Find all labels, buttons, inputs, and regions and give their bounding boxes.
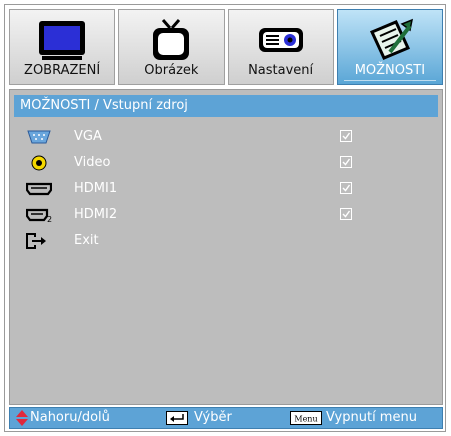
hdmi2-port-icon: 2: [26, 208, 52, 223]
tab-label: ZOBRAZENÍ: [24, 63, 101, 78]
notepad-icon: [369, 18, 413, 60]
tab-label: MOŽNOSTI: [354, 63, 426, 78]
vga-port-icon: [27, 130, 51, 144]
hdmi1-checkbox[interactable]: [340, 182, 352, 194]
exit-icon: [26, 233, 46, 249]
options-panel: MOŽNOSTI / Vstupní zdroj VGA Video HDMI1…: [9, 89, 443, 405]
source-item-hdmi2[interactable]: 2 HDMI2: [22, 204, 422, 226]
up-down-arrow-icon: [16, 410, 28, 426]
footer-hint-bar: Nahoru/dolů Výběr Menu Vypnutí menu: [9, 407, 443, 429]
tab-nastaveni[interactable]: Nastavení: [227, 9, 334, 85]
tab-zobrazeni[interactable]: ZOBRAZENÍ: [9, 9, 116, 85]
hdmi-port-icon: [26, 182, 52, 196]
source-label: HDMI2: [74, 207, 118, 222]
osd-menu: ZOBRAZENÍ Obrázek Nastavení MOŽNOSTI MOŽ…: [4, 4, 446, 432]
hint-updown: Nahoru/dolů: [30, 410, 110, 425]
exit-item[interactable]: Exit: [22, 230, 422, 252]
tab-obrazek[interactable]: Obrázek: [118, 9, 225, 85]
source-label: HDMI1: [74, 181, 118, 196]
projector-icon: [258, 28, 303, 52]
tab-bar: ZOBRAZENÍ Obrázek Nastavení MOŽNOSTI: [9, 9, 443, 85]
check-icon: [342, 210, 351, 218]
source-label: VGA: [74, 129, 102, 144]
display-icon: [39, 21, 86, 60]
check-icon: [342, 158, 351, 166]
source-label: Video: [74, 155, 111, 170]
tv-icon: [153, 19, 190, 60]
source-item-hdmi1[interactable]: HDMI1: [22, 178, 422, 200]
check-icon: [342, 132, 351, 140]
hint-menu: Vypnutí menu: [326, 410, 417, 425]
tab-label: Obrázek: [144, 63, 199, 78]
check-icon: [342, 184, 351, 192]
tab-moznosti[interactable]: MOŽNOSTI: [336, 9, 443, 85]
exit-label: Exit: [74, 233, 99, 248]
menu-key-text: Menu: [294, 415, 317, 424]
source-item-vga[interactable]: VGA: [22, 126, 422, 148]
vga-checkbox[interactable]: [340, 130, 352, 142]
source-item-video[interactable]: Video: [22, 152, 422, 174]
hint-select: Výběr: [194, 410, 232, 425]
svg-text:2: 2: [47, 215, 52, 223]
panel-title: MOŽNOSTI / Vstupní zdroj: [14, 95, 438, 117]
enter-key-icon: [166, 411, 188, 425]
tab-label: Nastavení: [248, 63, 314, 78]
menu-key-icon: Menu: [290, 411, 322, 425]
video-rca-icon: [31, 155, 47, 171]
hdmi2-checkbox[interactable]: [340, 208, 352, 220]
video-checkbox[interactable]: [340, 156, 352, 168]
